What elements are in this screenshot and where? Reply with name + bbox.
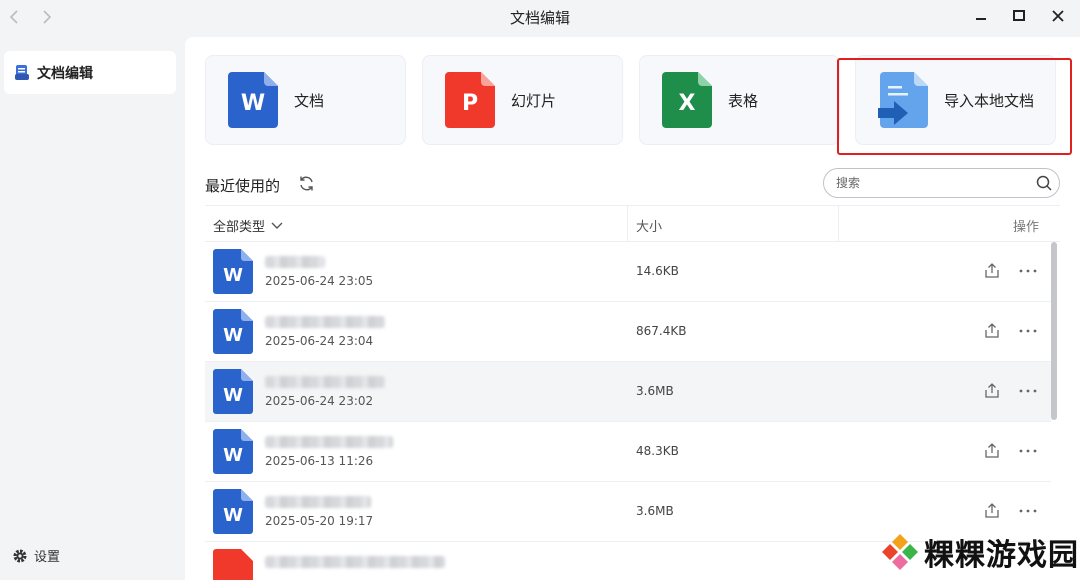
svg-text:W: W — [223, 265, 243, 286]
sidebar-item-doc-edit[interactable]: 文档编辑 — [4, 51, 176, 94]
more-options-icon[interactable] — [1018, 502, 1038, 520]
blurred-file-name — [265, 496, 371, 508]
highlight-box — [837, 58, 1072, 155]
file-size: 14.6KB — [636, 264, 679, 278]
window-title: 文档编辑 — [509, 8, 570, 27]
column-separator — [838, 206, 839, 242]
blurred-file-name — [265, 376, 385, 388]
file-size: 48.3KB — [636, 444, 679, 458]
file-date: 2025-06-24 23:04 — [265, 334, 374, 348]
excel-icon: X — [662, 72, 712, 128]
minimize-button[interactable] — [968, 5, 994, 27]
close-button[interactable] — [1045, 5, 1071, 27]
gear-icon — [13, 549, 27, 562]
blurred-file-name — [265, 436, 393, 448]
file-table-header: 全部类型 大小 操作 — [205, 205, 1060, 242]
file-date: 2025-06-24 23:02 — [265, 394, 374, 408]
ppt-icon: P — [445, 72, 495, 128]
new-document-card[interactable]: W 文档 — [205, 55, 406, 145]
file-date: 2025-05-20 19:17 — [265, 514, 374, 528]
new-spreadsheet-card[interactable]: X 表格 — [639, 55, 840, 145]
more-options-icon[interactable] — [1018, 262, 1038, 280]
forward-arrow-icon[interactable] — [36, 6, 58, 28]
table-row[interactable]: W 2025-06-24 23:04 867.4KB — [205, 302, 1051, 362]
back-arrow-icon[interactable] — [3, 6, 25, 28]
document-edit-icon — [15, 65, 29, 80]
word-doc-icon: W — [228, 72, 278, 128]
search-input[interactable] — [836, 176, 1016, 190]
file-date: 2025-06-13 11:26 — [265, 454, 374, 468]
scrollbar[interactable] — [1051, 242, 1057, 420]
svg-text:W: W — [241, 91, 265, 116]
search-icon[interactable] — [1035, 174, 1053, 192]
watermark: 粿粿游戏园 — [880, 531, 1079, 573]
word-file-icon: W — [213, 249, 253, 294]
new-presentation-label: 幻灯片 — [511, 91, 557, 110]
maximize-button[interactable] — [1006, 5, 1032, 27]
word-file-icon: W — [213, 489, 253, 534]
word-file-icon: W — [213, 369, 253, 414]
size-column-header: 大小 — [636, 220, 663, 235]
refresh-icon[interactable] — [295, 172, 317, 194]
svg-text:P: P — [462, 91, 478, 116]
word-file-icon: W — [213, 309, 253, 354]
more-options-icon[interactable] — [1018, 382, 1038, 400]
table-row[interactable]: W 2025-06-13 11:26 48.3KB — [205, 422, 1051, 482]
column-separator — [627, 206, 628, 242]
close-icon — [1052, 10, 1064, 22]
recent-section-title: 最近使用的 — [205, 177, 281, 195]
sidebar-item-label: 文档编辑 — [37, 65, 93, 82]
maximize-icon — [1013, 10, 1025, 21]
type-filter-dropdown[interactable]: 全部类型 — [213, 216, 284, 235]
search-box[interactable] — [823, 168, 1060, 198]
file-date: 2025-06-24 23:05 — [265, 274, 374, 288]
table-row[interactable]: W 2025-06-24 23:05 14.6KB — [205, 242, 1051, 302]
blurred-file-name — [265, 256, 325, 268]
file-size: 867.4KB — [636, 324, 687, 338]
file-size: 3.6MB — [636, 384, 674, 398]
share-icon[interactable] — [983, 262, 1001, 280]
sidebar: 文档编辑 设置 — [0, 34, 185, 580]
svg-text:W: W — [223, 505, 243, 526]
svg-text:W: W — [223, 445, 243, 466]
blurred-file-name — [265, 556, 445, 568]
new-document-label: 文档 — [294, 91, 325, 110]
share-icon[interactable] — [983, 382, 1001, 400]
svg-text:W: W — [223, 325, 243, 346]
file-size: 3.6MB — [636, 504, 674, 518]
watermark-text: 粿粿游戏园 — [924, 538, 1079, 573]
new-spreadsheet-label: 表格 — [728, 91, 759, 110]
actions-column-header: 操作 — [1013, 220, 1040, 235]
table-row[interactable]: W 2025-06-24 23:02 3.6MB — [205, 362, 1051, 422]
more-options-icon[interactable] — [1018, 322, 1038, 340]
chevron-down-icon — [271, 222, 283, 229]
main-panel: W 文档 P 幻灯片 X 表格 导入本地文档 最近使用的 搜索 全部类型 大小 … — [185, 37, 1080, 580]
settings-button[interactable]: 设置 — [12, 546, 60, 565]
share-icon[interactable] — [983, 442, 1001, 460]
settings-label: 设置 — [34, 550, 61, 565]
minimize-icon — [976, 18, 986, 20]
more-options-icon[interactable] — [1018, 442, 1038, 460]
word-file-icon: W — [213, 429, 253, 474]
watermark-logo-icon — [882, 534, 918, 570]
svg-text:X: X — [679, 91, 696, 116]
ppt-file-icon — [213, 549, 253, 580]
type-filter-label: 全部类型 — [213, 220, 266, 235]
svg-text:W: W — [223, 385, 243, 406]
new-presentation-card[interactable]: P 幻灯片 — [422, 55, 623, 145]
share-icon[interactable] — [983, 502, 1001, 520]
blurred-file-name — [265, 316, 385, 328]
share-icon[interactable] — [983, 322, 1001, 340]
title-bar: 文档编辑 — [0, 0, 1080, 34]
